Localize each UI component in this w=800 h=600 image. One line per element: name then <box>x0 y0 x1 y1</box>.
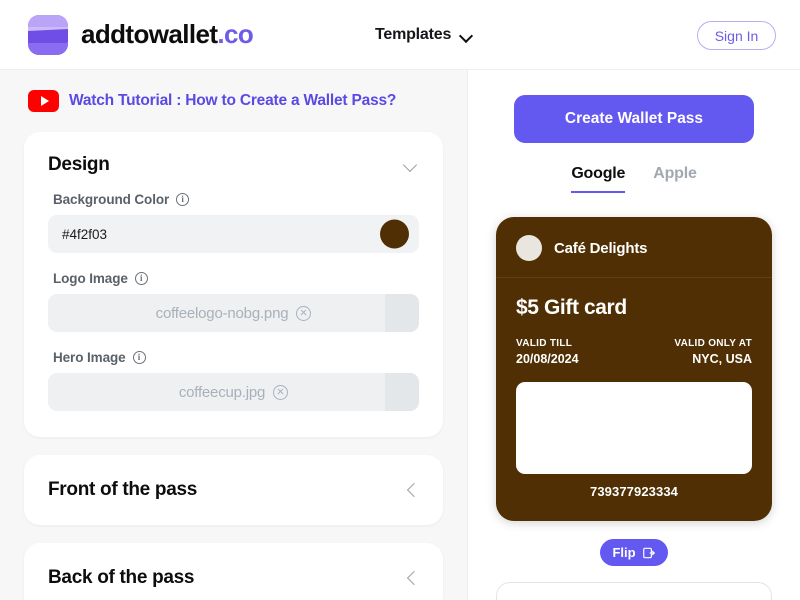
watch-tutorial-link[interactable]: Watch Tutorial : How to Create a Wallet … <box>28 90 467 112</box>
hero-image-field: Hero Image i coffeecup.jpg <box>48 350 419 411</box>
front-of-pass-title: Front of the pass <box>48 479 198 500</box>
background-color-input[interactable]: #4f2f03 <box>48 215 419 253</box>
tab-google[interactable]: Google <box>571 165 625 193</box>
file-input-tail <box>385 373 419 411</box>
remove-circle-icon[interactable] <box>296 305 312 321</box>
create-wallet-pass-label: Create Wallet Pass <box>564 110 704 127</box>
pass-logo-circle <box>516 235 542 261</box>
background-color-field: Background Color i #4f2f03 <box>48 192 419 253</box>
info-icon[interactable]: i <box>134 272 148 285</box>
watch-tutorial-label: Watch Tutorial : How to Create a Wallet … <box>69 92 397 109</box>
design-panel-title: Design <box>48 154 110 175</box>
nav-templates-dropdown[interactable]: Templates <box>375 26 473 44</box>
valid-till-value: 20/08/2024 <box>516 352 579 366</box>
flip-button-label: Flip <box>612 545 636 560</box>
flip-button[interactable]: Flip <box>600 539 668 566</box>
editor-pane: Watch Tutorial : How to Create a Wallet … <box>0 70 468 600</box>
brand-name-main: addtowallet <box>81 19 218 49</box>
remove-circle-icon[interactable] <box>273 384 289 400</box>
hero-image-label-row: Hero Image i <box>53 350 419 365</box>
front-of-pass-panel[interactable]: Front of the pass <box>24 455 443 525</box>
sign-in-button[interactable]: Sign In <box>697 21 776 50</box>
design-panel: Design Background Color i #4f2f03 Logo I… <box>24 132 443 437</box>
pass-organization-name: Café Delights <box>554 239 648 257</box>
barcode-number: 739377923334 <box>590 484 678 499</box>
flip-icon <box>642 547 655 558</box>
pass-divider <box>496 277 772 278</box>
create-wallet-pass-button[interactable]: Create Wallet Pass <box>514 95 754 143</box>
info-icon[interactable]: i <box>132 351 146 364</box>
back-of-pass-title: Back of the pass <box>48 567 195 588</box>
background-color-value: #4f2f03 <box>62 226 108 242</box>
barcode-area <box>516 382 752 474</box>
valid-only-at-label: VALID ONLY AT <box>674 338 752 349</box>
logo-image-filename: coffeelogo-nobg.png <box>155 304 289 322</box>
sign-in-label: Sign In <box>714 27 759 44</box>
background-color-label: Background Color <box>53 192 170 207</box>
background-color-label-row: Background Color i <box>53 192 419 207</box>
pass-meta-row: VALID TILL 20/08/2024 VALID ONLY AT NYC,… <box>516 338 752 366</box>
hero-image-input[interactable]: coffeecup.jpg <box>48 373 419 411</box>
chevron-down-icon[interactable] <box>403 160 419 170</box>
valid-only-at-block: VALID ONLY AT NYC, USA <box>674 338 752 366</box>
wallet-pass-preview: Café Delights $5 Gift card VALID TILL 20… <box>496 217 772 521</box>
content-panes: Watch Tutorial : How to Create a Wallet … <box>0 70 800 600</box>
logo-image-label-row: Logo Image i <box>53 271 419 286</box>
file-input-tail <box>385 294 419 332</box>
back-of-pass-header[interactable]: Back of the pass <box>24 543 443 600</box>
valid-only-at-value: NYC, USA <box>692 352 752 366</box>
brand-logo[interactable]: addtowallet.co <box>28 14 254 55</box>
logo-image-label: Logo Image <box>53 271 128 286</box>
youtube-icon <box>28 90 59 112</box>
hero-image-label: Hero Image <box>53 350 126 365</box>
logo-image-field: Logo Image i coffeelogo-nobg.png <box>48 271 419 332</box>
chevron-down-icon <box>460 31 473 39</box>
front-of-pass-header[interactable]: Front of the pass <box>24 455 443 525</box>
tab-apple[interactable]: Apple <box>653 165 697 193</box>
platform-tabs: Google Apple <box>468 165 800 193</box>
valid-till-block: VALID TILL 20/08/2024 <box>516 338 579 366</box>
app-root: addtowallet.co Templates Sign In Watch T… <box>0 0 800 600</box>
wallet-logo-icon <box>28 14 68 55</box>
info-icon[interactable]: i <box>176 193 190 206</box>
pass-amount: $5 Gift card <box>516 296 627 319</box>
hero-image-filename: coffeecup.jpg <box>178 383 266 401</box>
logo-image-input[interactable]: coffeelogo-nobg.png <box>48 294 419 332</box>
app-header: addtowallet.co Templates Sign In <box>0 0 800 70</box>
design-panel-header[interactable]: Design <box>24 132 443 184</box>
brand-name-tld: .co <box>217 19 254 49</box>
pass-header-row: Café Delights <box>516 235 752 277</box>
brand-name: addtowallet.co <box>81 19 254 50</box>
design-panel-body: Background Color i #4f2f03 Logo Image i <box>24 184 443 437</box>
chevron-left-icon[interactable] <box>405 483 419 497</box>
next-pass-card-peek <box>496 582 772 600</box>
chevron-left-icon[interactable] <box>405 571 419 585</box>
valid-till-label: VALID TILL <box>516 338 573 349</box>
color-swatch-button[interactable] <box>380 219 409 249</box>
back-of-pass-panel[interactable]: Back of the pass <box>24 543 443 600</box>
preview-pane: Create Wallet Pass Google Apple Café Del… <box>468 70 800 600</box>
nav-templates-label: Templates <box>375 26 452 43</box>
